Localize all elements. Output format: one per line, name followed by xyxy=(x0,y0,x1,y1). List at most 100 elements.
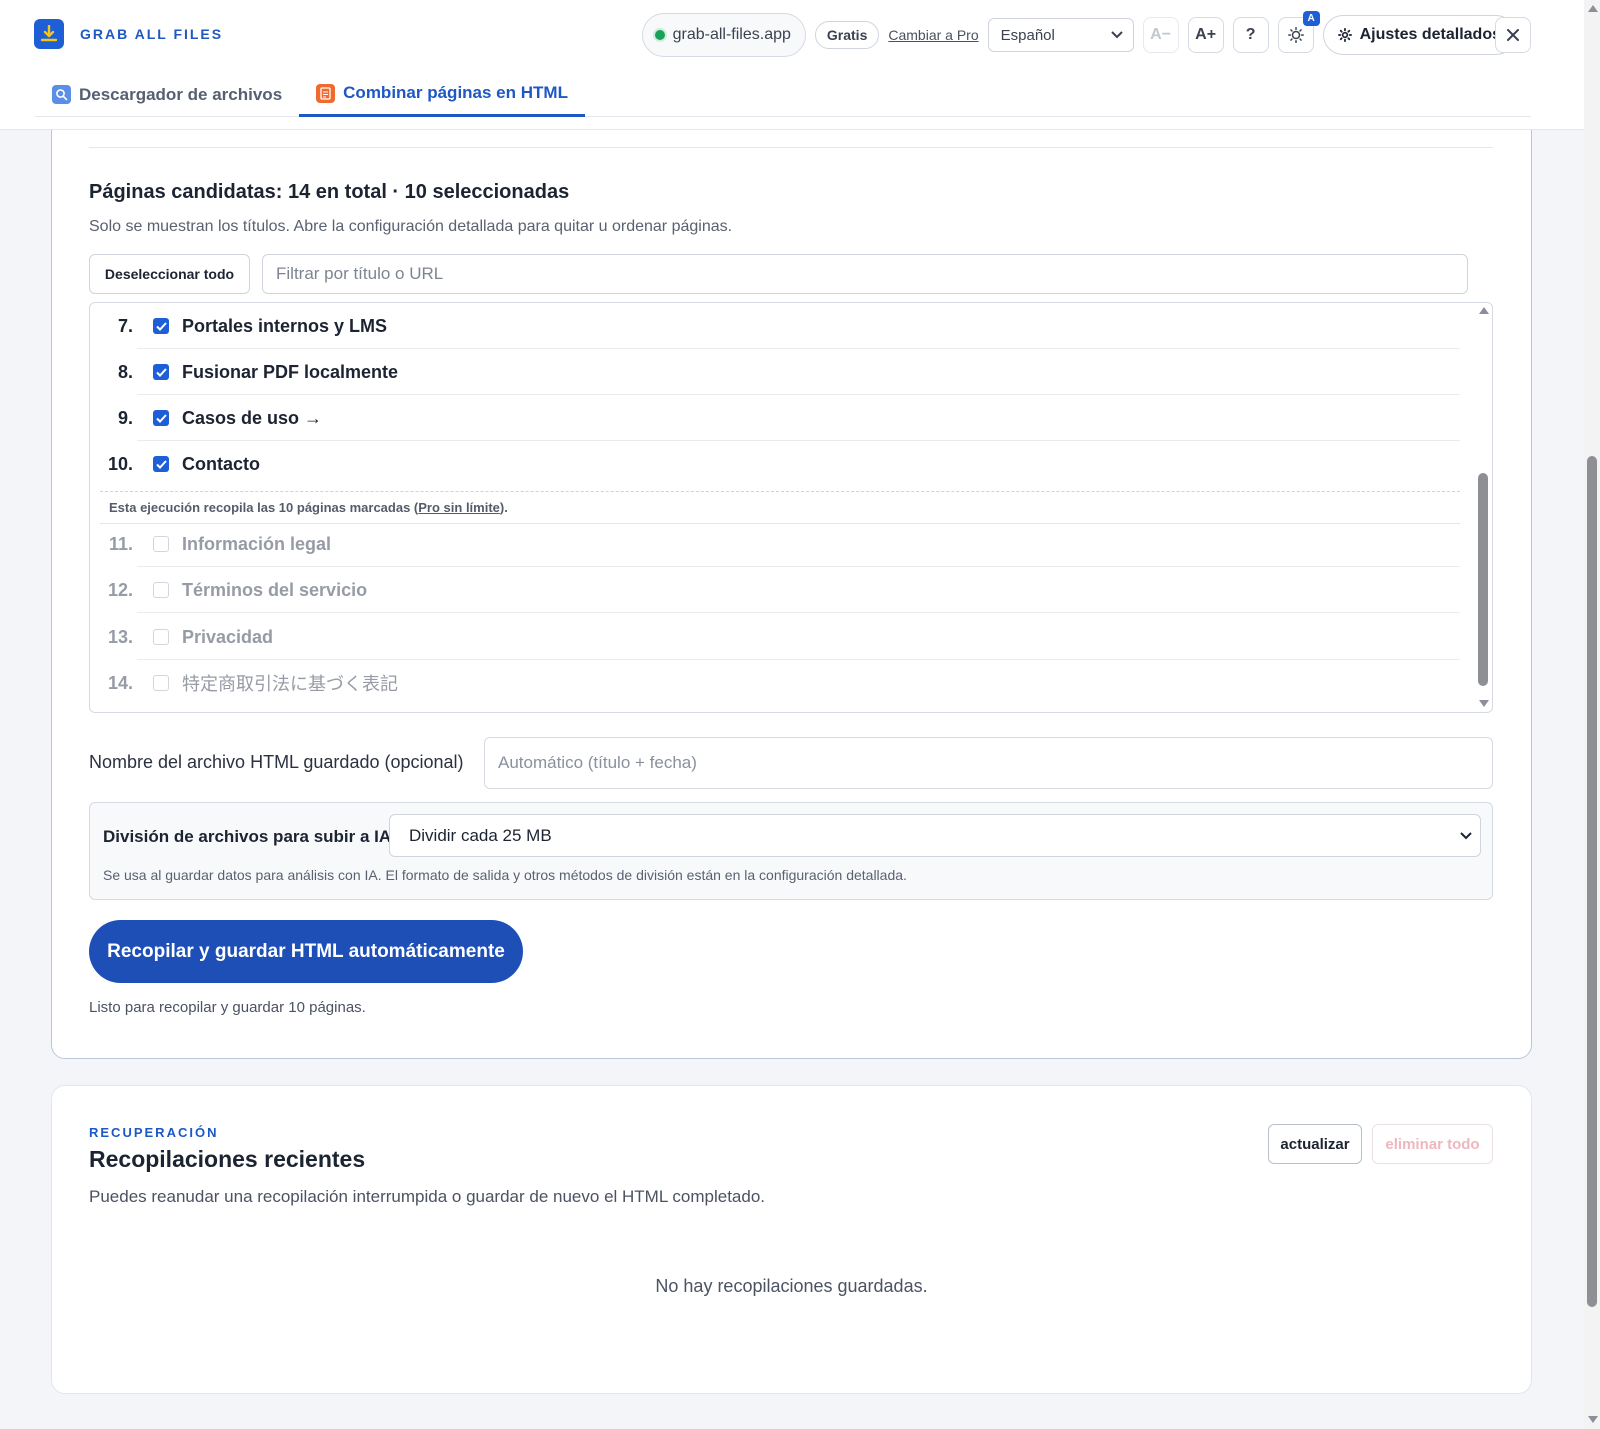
page-checkbox[interactable] xyxy=(153,318,169,334)
page-checkbox[interactable] xyxy=(153,629,169,645)
document-icon xyxy=(316,83,336,103)
list-item: 14. 特定商取引法に基づく表記 xyxy=(90,660,1460,706)
page-scroll-thumb[interactable] xyxy=(1587,456,1597,1307)
split-help: Se usa al guardar datos para análisis co… xyxy=(103,867,907,883)
ai-split-box: División de archivos para subir a IA Div… xyxy=(89,802,1493,900)
language-value: Español xyxy=(1000,26,1055,44)
close-icon xyxy=(1507,29,1519,41)
check-icon xyxy=(155,413,167,423)
gear-icon xyxy=(1337,28,1352,42)
page-title: Portales internos y LMS xyxy=(182,315,388,336)
page-checkbox[interactable] xyxy=(153,456,169,472)
page-number: 14. xyxy=(107,672,133,693)
page-list[interactable]: 7. Portales internos y LMS 8. Fusionar P… xyxy=(89,302,1493,713)
theme-auto-badge: A xyxy=(1302,11,1320,26)
tab-label: Descargador de archivos xyxy=(79,84,283,104)
split-label: División de archivos para subir a IA xyxy=(103,827,392,846)
detailed-settings-button[interactable]: Ajustes detallados xyxy=(1322,15,1516,55)
filename-input[interactable] xyxy=(484,737,1493,789)
header-controls: grab-all-files.app Gratis Cambiar a Pro … xyxy=(641,11,1516,57)
empty-state: No hay recopilaciones guardadas. xyxy=(655,1276,928,1296)
upgrade-link[interactable]: Cambiar a Pro xyxy=(888,27,978,43)
close-button[interactable] xyxy=(1495,17,1531,53)
page-number: 9. xyxy=(117,407,133,428)
chevron-down-icon xyxy=(1110,31,1123,39)
list-item: 8. Fusionar PDF localmente xyxy=(90,349,1460,395)
scroll-thumb[interactable] xyxy=(1478,473,1488,686)
font-larger-button[interactable]: A+ xyxy=(1187,17,1224,53)
status-text: Listo para recopilar y guardar 10 página… xyxy=(89,999,366,1016)
list-item: 7. Portales internos y LMS xyxy=(90,303,1460,349)
page-title: Privacidad xyxy=(182,626,274,647)
merge-panel: Páginas candidatas: 14 en total · 10 sel… xyxy=(51,100,1532,1059)
search-icon xyxy=(52,85,71,104)
help-button[interactable]: ? xyxy=(1232,17,1269,53)
check-icon xyxy=(155,321,167,331)
delete-all-button[interactable]: eliminar todo xyxy=(1372,1124,1493,1164)
download-logo-icon xyxy=(34,19,64,49)
page-checkbox[interactable] xyxy=(153,410,169,426)
recent-panel: RECUPERACIÓN Recopilaciones recientes Pu… xyxy=(51,1085,1532,1394)
domain-pill[interactable]: grab-all-files.app xyxy=(641,13,806,57)
language-select[interactable]: Español xyxy=(987,18,1134,52)
scroll-up-arrow-icon[interactable] xyxy=(1479,307,1489,314)
row-divider xyxy=(137,612,1460,613)
app-name: GRAB ALL FILES xyxy=(80,26,224,42)
recovery-eyebrow: RECUPERACIÓN xyxy=(89,1125,219,1140)
filename-label: Nombre del archivo HTML guardado (opcion… xyxy=(89,752,464,772)
list-item: 13. Privacidad xyxy=(90,614,1460,660)
sun-icon xyxy=(1287,27,1304,43)
check-icon xyxy=(155,459,167,469)
collect-save-button[interactable]: Recopilar y guardar HTML automáticamente xyxy=(89,920,523,983)
chevron-down-icon xyxy=(1460,831,1472,839)
page-scrollbar[interactable] xyxy=(1584,0,1600,1429)
divider xyxy=(89,147,1493,148)
page-checkbox[interactable] xyxy=(153,675,169,691)
theme-button[interactable]: A xyxy=(1277,11,1320,53)
page-title: Fusionar PDF localmente xyxy=(182,361,399,382)
domain-label: grab-all-files.app xyxy=(672,26,791,43)
list-item: 12. Términos del servicio xyxy=(90,567,1460,613)
page-title: Contacto xyxy=(182,453,260,474)
page-number: 7. xyxy=(117,315,133,336)
page-number: 8. xyxy=(117,361,133,382)
page-number: 10. xyxy=(107,453,133,474)
candidates-subtitle: Solo se muestran los títulos. Abre la co… xyxy=(89,218,733,235)
list-scrollbar[interactable] xyxy=(1475,303,1492,712)
list-item: 10. Contacto xyxy=(90,441,1460,487)
brand: GRAB ALL FILES xyxy=(34,19,223,49)
recent-title: Recopilaciones recientes xyxy=(89,1146,366,1172)
scroll-down-arrow-icon[interactable] xyxy=(1479,700,1489,707)
limit-note-end: ). xyxy=(499,500,508,515)
page-title: Información legal xyxy=(182,533,332,554)
page-checkbox[interactable] xyxy=(153,364,169,380)
tab-bar: Descargador de archivos Combinar páginas… xyxy=(35,72,1531,117)
split-select[interactable]: Dividir cada 25 MB xyxy=(389,814,1481,857)
split-selected-value: Dividir cada 25 MB xyxy=(409,825,552,845)
refresh-button[interactable]: actualizar xyxy=(1268,1124,1362,1164)
plan-badge: Gratis xyxy=(814,21,880,49)
app-header: GRAB ALL FILES grab-all-files.app Gratis… xyxy=(0,0,1584,130)
tab-merge-html[interactable]: Combinar páginas en HTML xyxy=(299,72,585,117)
tab-label: Combinar páginas en HTML xyxy=(343,83,568,102)
deselect-all-button[interactable]: Deseleccionar todo xyxy=(89,254,250,294)
tab-file-downloader[interactable]: Descargador de archivos xyxy=(35,72,299,117)
filter-input[interactable] xyxy=(262,254,1468,294)
page-number: 13. xyxy=(107,626,133,647)
limit-note-text: Esta ejecución recopila las 10 páginas m… xyxy=(109,500,419,515)
page-number: 12. xyxy=(107,579,133,600)
page-title: Casos de uso → xyxy=(182,407,323,428)
settings-label: Ajustes detallados xyxy=(1359,26,1501,43)
page-checkbox[interactable] xyxy=(153,582,169,598)
pro-unlimited-link[interactable]: Pro sin límite xyxy=(418,500,500,515)
font-smaller-button[interactable]: A− xyxy=(1142,17,1179,53)
list-item: 9. Casos de uso → xyxy=(90,395,1460,441)
scroll-up-arrow-icon[interactable] xyxy=(1588,5,1598,12)
page-title: 特定商取引法に基づく表記 xyxy=(182,674,398,694)
check-icon xyxy=(155,367,167,377)
page-checkbox[interactable] xyxy=(153,536,169,552)
status-dot-icon xyxy=(654,30,665,40)
scroll-down-arrow-icon[interactable] xyxy=(1588,1416,1598,1423)
recent-subtitle: Puedes reanudar una recopilación interru… xyxy=(89,1187,765,1206)
candidates-title: Páginas candidatas: 14 en total · 10 sel… xyxy=(89,181,570,203)
